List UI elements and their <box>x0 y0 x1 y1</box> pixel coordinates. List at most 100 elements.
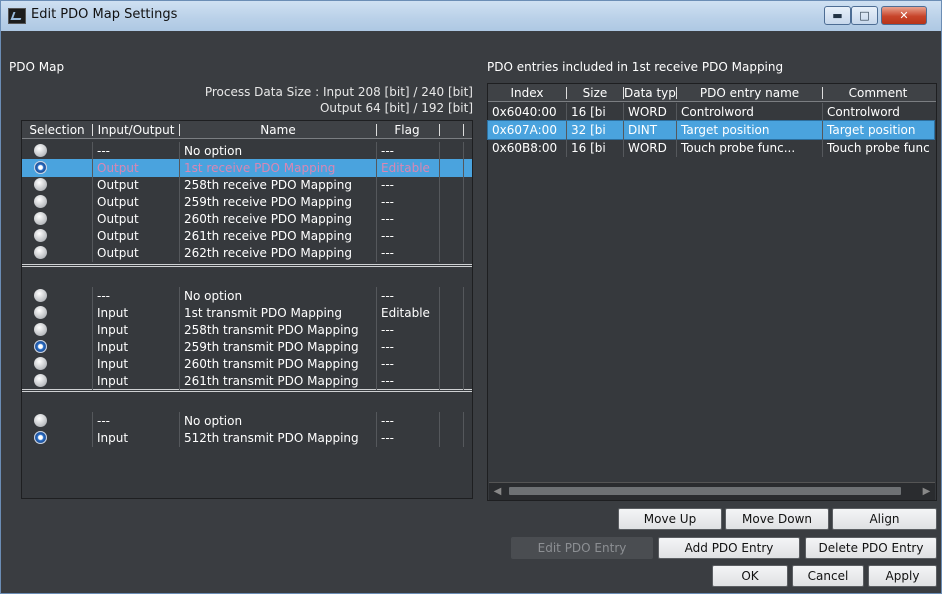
cell-divider <box>376 142 377 160</box>
cell-divider <box>439 244 440 262</box>
entry-name: Target position <box>676 120 823 140</box>
cell-divider <box>92 176 93 194</box>
selection-radio-icon[interactable] <box>34 357 47 370</box>
row-name: 261th transmit PDO Mapping <box>184 374 359 388</box>
selection-radio-icon[interactable] <box>34 246 47 259</box>
apply-button[interactable]: Apply <box>868 565 937 587</box>
cell-divider <box>463 412 464 430</box>
cell-divider <box>179 304 180 322</box>
edit-pdo-entry-button[interactable]: Edit PDO Entry <box>511 537 653 559</box>
selection-radio-icon[interactable] <box>34 161 47 174</box>
row-io: --- <box>97 144 110 158</box>
pdo-map-row[interactable]: --- No option --- <box>22 142 472 160</box>
close-button[interactable]: ✕ <box>881 6 927 25</box>
pdo-entries-grid: Index Size Data type PDO entry name Comm… <box>487 83 937 501</box>
maximize-button[interactable]: □ <box>851 6 878 25</box>
col-entry-name[interactable]: PDO entry name <box>677 84 822 102</box>
pdo-map-row[interactable]: Output 1st receive PDO Mapping Editable <box>22 159 472 177</box>
pdo-map-row[interactable]: Output 258th receive PDO Mapping --- <box>22 176 472 194</box>
col-index[interactable]: Index <box>488 84 566 102</box>
ok-button[interactable]: OK <box>712 565 788 587</box>
row-io: Input <box>97 340 129 354</box>
cell-divider <box>179 227 180 245</box>
selection-radio-icon[interactable] <box>34 414 47 427</box>
col-name[interactable]: Name <box>180 121 376 139</box>
cancel-button[interactable]: Cancel <box>792 565 864 587</box>
add-pdo-entry-button[interactable]: Add PDO Entry <box>658 537 800 559</box>
row-name: 512th transmit PDO Mapping <box>184 431 359 445</box>
col-input-output[interactable]: Input/Output <box>93 121 179 139</box>
pdo-entry-row[interactable]: 0x607A:00 32 [bi DINT Target position Target… <box>487 120 935 140</box>
move-up-button[interactable]: Move Up <box>618 508 722 530</box>
cell-divider <box>92 338 93 356</box>
selection-radio-icon[interactable] <box>34 212 47 225</box>
scroll-left-icon[interactable]: ◀ <box>489 483 506 500</box>
selection-radio-icon[interactable] <box>34 289 47 302</box>
horizontal-scrollbar[interactable]: ◀ ▶ <box>489 482 935 500</box>
cell-divider <box>92 412 93 430</box>
pdo-map-row[interactable]: Input 258th transmit PDO Mapping --- <box>22 321 472 339</box>
col-divider[interactable] <box>439 124 440 136</box>
scroll-right-icon[interactable]: ▶ <box>918 483 935 500</box>
align-button[interactable]: Align <box>832 508 937 530</box>
scrollbar-thumb[interactable] <box>509 487 901 495</box>
cell-divider <box>179 429 180 447</box>
move-down-button[interactable]: Move Down <box>725 508 829 530</box>
pdo-entry-row[interactable]: 0x60B8:00 16 [bi WORD Touch probe func... To… <box>488 139 934 157</box>
cell-divider <box>623 139 624 157</box>
cell-divider <box>439 227 440 245</box>
cell-divider <box>376 355 377 373</box>
cell-divider <box>92 372 93 390</box>
row-io: Output <box>97 195 139 209</box>
minimize-button[interactable]: ▬ <box>824 6 851 25</box>
selection-radio-icon[interactable] <box>34 374 47 387</box>
row-flag: --- <box>381 357 394 371</box>
title-bar[interactable]: Edit PDO Map Settings ▬ □ ✕ <box>1 1 941 31</box>
pdo-map-row[interactable]: Input 259th transmit PDO Mapping --- <box>22 338 472 356</box>
cell-divider <box>439 210 440 228</box>
cell-divider <box>179 321 180 339</box>
cell-divider <box>376 304 377 322</box>
row-name: 262th receive PDO Mapping <box>184 246 352 260</box>
col-comment[interactable]: Comment <box>823 84 933 102</box>
pdo-entry-row[interactable]: 0x6040:00 16 [bi WORD Controlword Controlwor… <box>488 103 934 121</box>
row-name: 260th receive PDO Mapping <box>184 212 352 226</box>
row-name: 258th transmit PDO Mapping <box>184 323 359 337</box>
col-divider[interactable] <box>463 124 464 136</box>
cell-divider <box>92 210 93 228</box>
pdo-map-row[interactable]: Input 1st transmit PDO Mapping Editable <box>22 304 472 322</box>
row-flag: Editable <box>381 306 430 320</box>
pdo-map-row[interactable]: --- No option --- <box>22 287 472 305</box>
cell-divider <box>822 121 823 139</box>
pdo-map-row[interactable]: Input 512th transmit PDO Mapping --- <box>22 429 472 447</box>
col-selection[interactable]: Selection <box>22 121 92 139</box>
pdo-map-row[interactable]: Output 262th receive PDO Mapping --- <box>22 244 472 262</box>
selection-radio-icon[interactable] <box>34 229 47 242</box>
entry-name: Touch probe func... <box>681 141 796 155</box>
cell-divider <box>376 412 377 430</box>
entry-name: Controlword <box>681 105 754 119</box>
pdo-map-row[interactable]: Output 260th receive PDO Mapping --- <box>22 210 472 228</box>
entry-index: 0x607A:00 <box>487 120 567 140</box>
entry-size: 32 [bi <box>566 120 624 140</box>
entry-size: 16 [bi <box>571 105 606 119</box>
row-flag: --- <box>381 195 394 209</box>
pdo-map-row[interactable]: Output 259th receive PDO Mapping --- <box>22 193 472 211</box>
col-size[interactable]: Size <box>567 84 623 102</box>
selection-radio-icon[interactable] <box>34 340 47 353</box>
col-flag[interactable]: Flag <box>377 121 437 139</box>
selection-radio-icon[interactable] <box>34 306 47 319</box>
selection-radio-icon[interactable] <box>34 144 47 157</box>
selection-radio-icon[interactable] <box>34 195 47 208</box>
selection-radio-icon[interactable] <box>34 431 47 444</box>
col-data-type[interactable]: Data type <box>624 84 676 102</box>
pdo-map-row[interactable]: Output 261th receive PDO Mapping --- <box>22 227 472 245</box>
pdo-map-row[interactable]: --- No option --- <box>22 412 472 430</box>
pdo-map-row[interactable]: Input 260th transmit PDO Mapping --- <box>22 355 472 373</box>
cell-divider <box>179 372 180 390</box>
selection-radio-icon[interactable] <box>34 323 47 336</box>
delete-pdo-entry-button[interactable]: Delete PDO Entry <box>805 537 937 559</box>
row-flag: --- <box>381 212 394 226</box>
selection-radio-icon[interactable] <box>34 178 47 191</box>
pdo-map-row[interactable]: Input 261th transmit PDO Mapping --- <box>22 372 472 390</box>
